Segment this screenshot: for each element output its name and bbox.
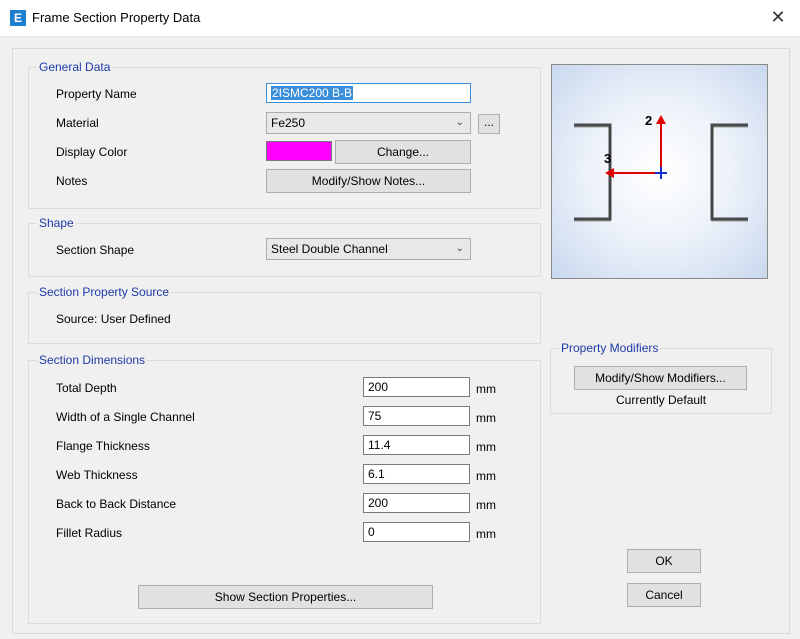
property-name-label: Property Name bbox=[56, 87, 137, 101]
material-more-button[interactable]: ... bbox=[478, 114, 500, 134]
section-shape-label: Section Shape bbox=[56, 243, 135, 257]
material-select[interactable]: Fe250 ⌄ bbox=[266, 112, 471, 134]
web-thickness-label: Web Thickness bbox=[56, 468, 138, 482]
chevron-down-icon: ⌄ bbox=[455, 243, 464, 254]
modify-show-modifiers-button[interactable]: Modify/Show Modifiers... bbox=[574, 366, 747, 390]
change-color-button[interactable]: Change... bbox=[335, 140, 471, 164]
axis-2-label: 2 bbox=[645, 113, 653, 128]
fillet-radius-label: Fillet Radius bbox=[56, 526, 123, 540]
property-source-title: Section Property Source bbox=[37, 285, 172, 299]
flange-thickness-unit: mm bbox=[476, 440, 496, 454]
property-modifiers-title: Property Modifiers bbox=[559, 341, 661, 355]
double-channel-diagram bbox=[574, 115, 748, 222]
channel-width-unit: mm bbox=[476, 411, 496, 425]
shape-title: Shape bbox=[37, 216, 76, 230]
flange-thickness-label: Flange Thickness bbox=[56, 439, 150, 453]
right-channel bbox=[710, 123, 748, 221]
app-logo-icon: E bbox=[10, 10, 26, 26]
property-name-field[interactable]: 2ISMC200 B-B bbox=[266, 83, 471, 103]
property-name-value: 2ISMC200 B-B bbox=[271, 86, 354, 100]
total-depth-unit: mm bbox=[476, 382, 496, 396]
back-to-back-unit: mm bbox=[476, 498, 496, 512]
cancel-button[interactable]: Cancel bbox=[627, 583, 701, 607]
display-color-label: Display Color bbox=[56, 145, 128, 159]
web-thickness-unit: mm bbox=[476, 469, 496, 483]
back-to-back-label: Back to Back Distance bbox=[56, 497, 177, 511]
general-data-group: General Data Property Name 2ISMC200 B-B … bbox=[28, 60, 541, 209]
modify-show-notes-button[interactable]: Modify/Show Notes... bbox=[266, 169, 471, 193]
window-title: Frame Section Property Data bbox=[32, 10, 201, 25]
ok-button[interactable]: OK bbox=[627, 549, 701, 573]
back-to-back-input[interactable]: 200 bbox=[363, 493, 470, 513]
section-shape-select[interactable]: Steel Double Channel ⌄ bbox=[266, 238, 471, 260]
fillet-radius-input[interactable]: 0 bbox=[363, 522, 470, 542]
flange-thickness-input[interactable]: 11.4 bbox=[363, 435, 470, 455]
chevron-down-icon: ⌄ bbox=[455, 117, 464, 128]
modifiers-status: Currently Default bbox=[616, 393, 707, 407]
material-label: Material bbox=[56, 116, 99, 130]
notes-label: Notes bbox=[56, 174, 88, 188]
title-bar: E Frame Section Property Data ✕ bbox=[0, 0, 800, 37]
axis-2-arrow bbox=[656, 115, 666, 124]
show-section-properties-button[interactable]: Show Section Properties... bbox=[138, 585, 433, 609]
property-source-group: Section Property Source Source: User Def… bbox=[28, 285, 541, 344]
axis-3-label: 3 bbox=[604, 151, 612, 166]
material-value: Fe250 bbox=[271, 116, 306, 130]
property-source-text: Source: User Defined bbox=[56, 312, 171, 326]
section-shape-value: Steel Double Channel bbox=[271, 242, 388, 256]
channel-width-label: Width of a Single Channel bbox=[56, 410, 195, 424]
fillet-radius-unit: mm bbox=[476, 527, 496, 541]
web-thickness-input[interactable]: 6.1 bbox=[363, 464, 470, 484]
channel-width-input[interactable]: 75 bbox=[363, 406, 470, 426]
general-data-title: General Data bbox=[37, 60, 113, 74]
section-preview: 2 3 bbox=[551, 64, 768, 279]
total-depth-label: Total Depth bbox=[56, 381, 117, 395]
close-icon[interactable]: ✕ bbox=[766, 5, 790, 29]
section-dimensions-group: Section Dimensions Total Depth 200 mm Wi… bbox=[28, 353, 541, 624]
display-color-swatch[interactable] bbox=[266, 141, 332, 161]
dialog-body: General Data Property Name 2ISMC200 B-B … bbox=[12, 48, 790, 634]
total-depth-input[interactable]: 200 bbox=[363, 377, 470, 397]
left-channel bbox=[574, 123, 612, 221]
shape-group: Shape Section Shape Steel Double Channel… bbox=[28, 216, 541, 277]
property-modifiers-group: Property Modifiers Modify/Show Modifiers… bbox=[550, 341, 772, 414]
section-dimensions-title: Section Dimensions bbox=[37, 353, 148, 367]
